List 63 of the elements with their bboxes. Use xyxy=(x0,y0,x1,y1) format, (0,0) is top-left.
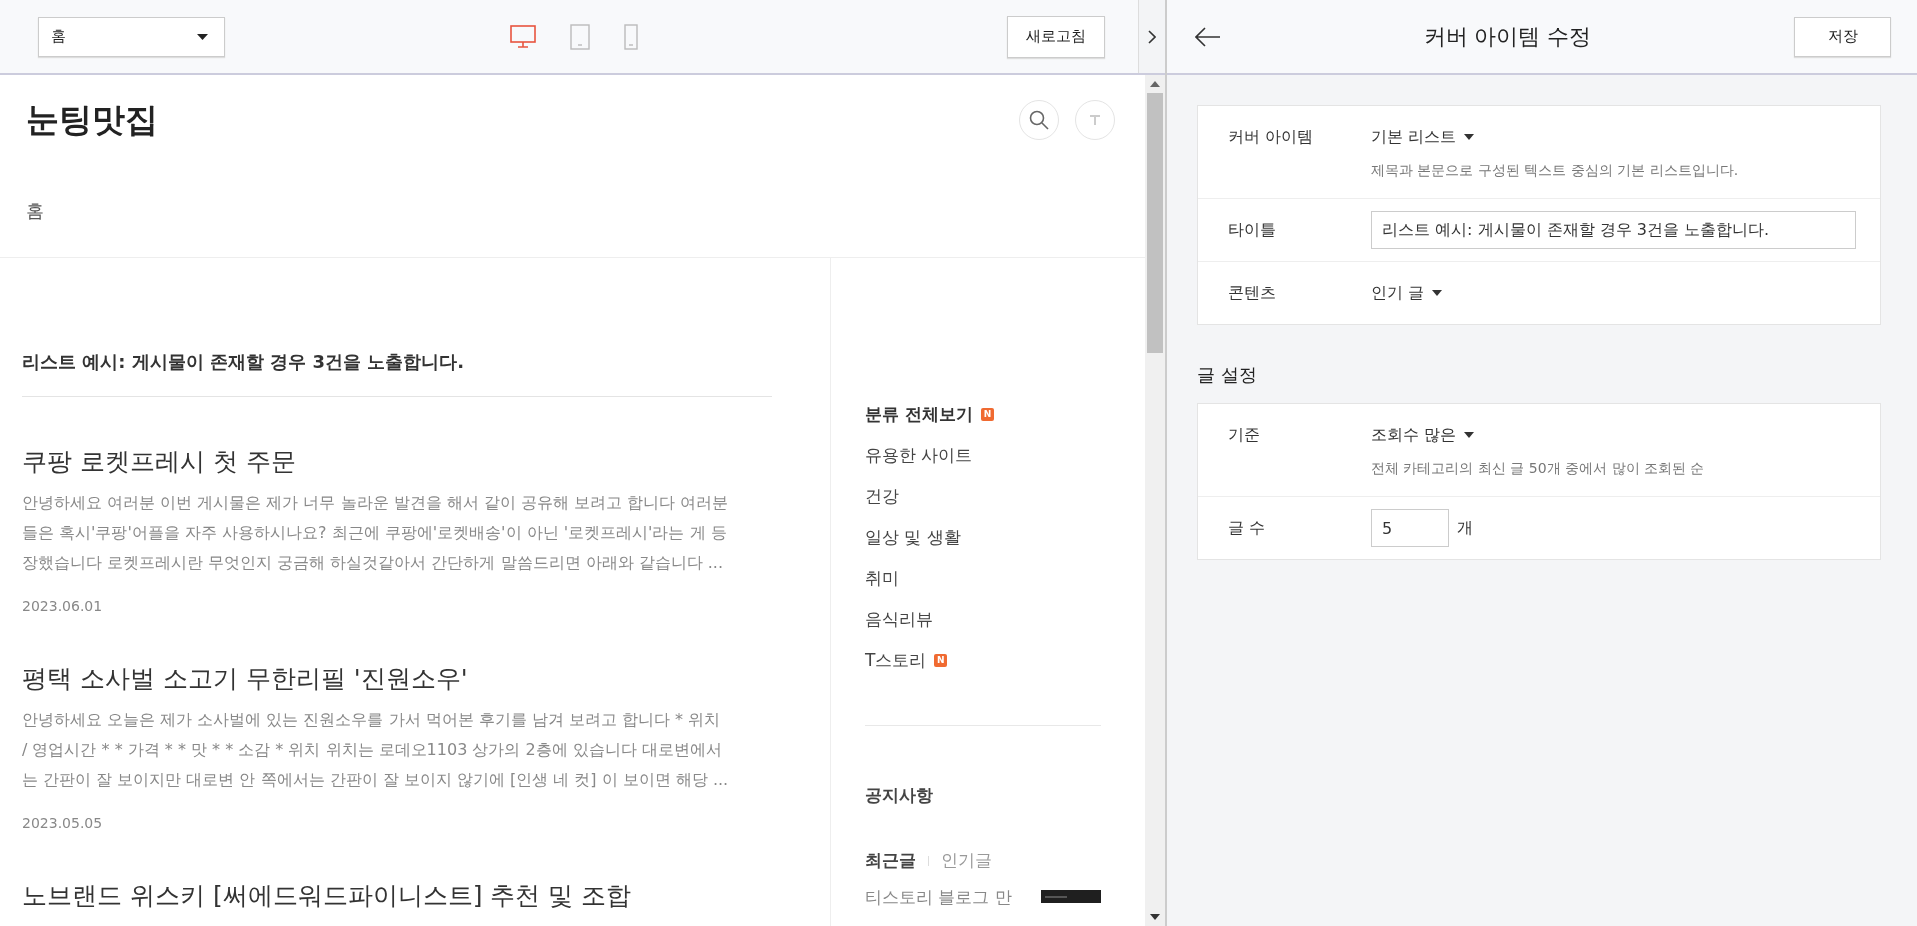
chevron-right-icon xyxy=(1148,29,1156,44)
collapse-button[interactable] xyxy=(1138,0,1165,73)
field-label: 타이틀 xyxy=(1228,219,1277,241)
post-title[interactable]: 평택 소사벌 소고기 무한리필 '진원소우' xyxy=(22,662,830,695)
caret-icon xyxy=(1464,432,1475,438)
scroll-up-icon[interactable] xyxy=(1150,81,1160,87)
mobile-icon[interactable] xyxy=(624,23,638,50)
recent-post-link[interactable]: 티스토리 블로그 만 xyxy=(865,886,1012,909)
page-select[interactable]: 홈 xyxy=(38,16,225,57)
post-date: 2023.05.05 xyxy=(22,815,104,831)
field-label: 글 수 xyxy=(1228,517,1267,539)
t-logo-icon xyxy=(1090,115,1100,125)
unit-label: 개 xyxy=(1457,517,1473,539)
save-button[interactable]: 저장 xyxy=(1794,16,1891,57)
post-excerpt: 안녕하세요 여러분 이번 게시물은 제가 너무 놀라운 발견을 해서 같이 공유해 보려고 합니다 여러분 xyxy=(22,492,730,514)
category-link[interactable]: 분류 전체보기 xyxy=(865,402,973,426)
blog-title: 눈팅맛집 xyxy=(26,98,158,141)
field-label: 콘텐츠 xyxy=(1228,282,1277,304)
category-link[interactable]: 취미 xyxy=(865,566,899,590)
count-input[interactable]: 5 xyxy=(1371,509,1449,547)
category-link[interactable]: 음식리뷰 xyxy=(865,607,933,631)
post-title[interactable]: 쿠팡 로켓프레시 첫 주문 xyxy=(22,445,830,478)
category-link[interactable]: 유용한 사이트 xyxy=(865,443,973,467)
refresh-button[interactable]: 새로고침 xyxy=(1007,15,1105,58)
nav-link[interactable]: 홈 xyxy=(26,199,44,223)
post-excerpt: 는 간판이 잘 보이지만 대로변 안 쪽에서는 간판이 잘 보이지 않기에 [인생 네 컷] 이 보이면 해당 ... xyxy=(22,769,730,791)
new-badge: N xyxy=(934,653,948,667)
field-label: 기준 xyxy=(1228,424,1261,446)
dropdown[interactable]: 기본 리스트 xyxy=(1371,124,1475,150)
section-heading: 글 설정 xyxy=(1197,363,1258,387)
dropdown[interactable]: 인기 글 xyxy=(1371,280,1443,306)
back-button[interactable] xyxy=(1195,26,1221,47)
caret-icon xyxy=(197,33,208,40)
search-icon xyxy=(1029,110,1049,130)
field-description: 전체 카테고리의 최신 글 50개 중에서 많이 조회된 순 xyxy=(1371,460,1706,478)
dropdown[interactable]: 조회수 많은 xyxy=(1371,422,1475,448)
post-excerpt: / 영업시간 * * 가격 * * 맛 * * 소감 * 위치 위치는 로데오1103 상가의 2층에 있습니다 대로변에서 xyxy=(22,739,723,761)
post-title[interactable]: 노브랜드 위스키 [써에드워드파이니스트] 추천 및 조합 xyxy=(22,879,830,912)
post-excerpt: 안녕하세요 오늘은 제가 소사벌에 있는 진원소우를 가서 먹어본 후기를 남겨 보려고 합니다 * 위치 xyxy=(22,709,722,731)
new-badge: N xyxy=(980,407,994,421)
title-input[interactable]: 리스트 예시: 게시물이 존재할 경우 3건을 노출합니다. xyxy=(1371,211,1856,249)
back-arrow-icon xyxy=(1195,26,1221,47)
scrollbar[interactable] xyxy=(1145,75,1165,926)
category-link[interactable]: T스토리 xyxy=(865,648,927,672)
post-excerpt: 장했습니다 로켓프레시란 무엇인지 궁금해 하실것같아서 간단하게 말씀드리면 아래와 같습니다 ... xyxy=(22,552,725,574)
post-tab[interactable]: 최근글 xyxy=(865,849,916,872)
field-label: 커버 아이템 xyxy=(1228,126,1315,148)
desktop-icon[interactable] xyxy=(510,24,536,49)
notice-heading: 공지사항 xyxy=(865,784,934,807)
panel-title: 커버 아이템 수정 xyxy=(1422,22,1593,51)
caret-icon xyxy=(1464,134,1475,140)
category-link[interactable]: 일상 및 생활 xyxy=(865,525,961,549)
tablet-icon[interactable] xyxy=(570,23,590,50)
search-button[interactable] xyxy=(1019,100,1059,140)
list-heading: 리스트 예시: 게시물이 존재할 경우 3건을 노출합니다. xyxy=(22,350,772,397)
profile-button[interactable] xyxy=(1075,100,1115,140)
scroll-thumb[interactable] xyxy=(1147,93,1163,353)
post-date: 2023.06.01 xyxy=(22,598,104,614)
caret-icon xyxy=(1432,290,1443,296)
scroll-down-icon[interactable] xyxy=(1150,914,1160,920)
post-excerpt: 들은 혹시'쿠팡'어플을 자주 사용하시나요? 최근에 쿠팡에'로켓배송'이 아닌 '로켓프레시'라는 게 등 xyxy=(22,522,728,544)
field-description: 제목과 본문으로 구성된 텍스트 중심의 기본 리스트입니다. xyxy=(1371,162,1740,180)
category-link[interactable]: 건강 xyxy=(865,484,899,508)
